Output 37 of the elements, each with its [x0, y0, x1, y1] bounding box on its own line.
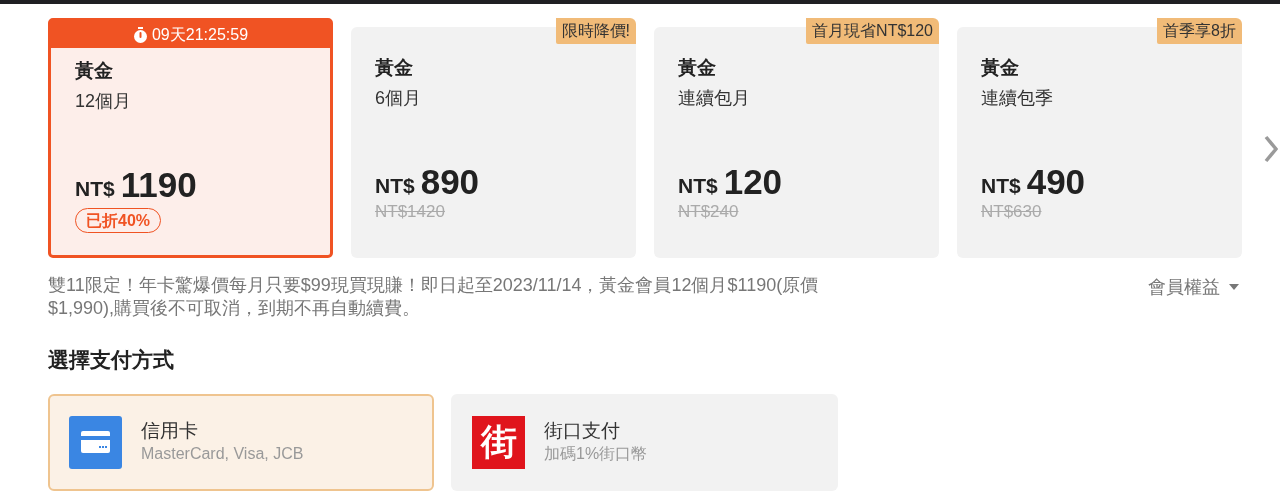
tier-label: 黃金 — [981, 56, 1019, 80]
credit-card-icon — [69, 415, 122, 469]
original-price: NT$240 — [678, 201, 740, 223]
stopwatch-icon — [132, 26, 148, 43]
payment-detail: 加碼1%街口幣 — [544, 444, 648, 464]
plan-card[interactable]: 09天21:25:59 黃金 12個月 NT$ 1190 已折40% — [48, 18, 333, 258]
currency-label: NT$ — [678, 173, 718, 199]
plan-price: 1190 — [120, 166, 197, 204]
plan-price: 120 — [723, 163, 783, 201]
promo-tag: 限時降價! — [555, 18, 636, 44]
plan-term: 12個月 — [75, 90, 133, 113]
payment-name: 街口支付 — [544, 419, 621, 443]
payment-option[interactable]: 信用卡 MasterCard, Visa, JCB — [48, 393, 434, 491]
payment-option[interactable]: 街 街口支付 加碼1%街口幣 — [451, 393, 838, 491]
dropdown-caret-icon — [1228, 283, 1240, 291]
tier-label: 黃金 — [375, 56, 413, 80]
plan-term: 6個月 — [375, 87, 422, 110]
payment-detail: MasterCard, Visa, JCB — [141, 444, 304, 464]
countdown-timer: 09天21:25:59 — [151, 24, 249, 45]
benefits-dropdown[interactable]: 會員權益 — [1148, 274, 1240, 298]
promo-tag: 首季享8折 — [1157, 18, 1242, 44]
original-price: NT$630 — [981, 201, 1043, 223]
plan-price: 490 — [1026, 163, 1086, 201]
promo-tag: 首月現省NT$120 — [806, 18, 939, 44]
tier-label: 黃金 — [678, 56, 716, 80]
currency-label: NT$ — [375, 173, 415, 199]
plan-price: 890 — [420, 163, 480, 201]
tier-label: 黃金 — [75, 59, 113, 83]
payment-logo: 街 — [472, 415, 525, 469]
currency-label: NT$ — [75, 176, 115, 202]
promo-text: 雙11限定！年卡驚爆價每月只要$99現買現賺！即日起至2023/11/14，黃金會員12個月$1190(原價 $1,990),購買後不可取消，到期不再自動續費。 — [48, 274, 819, 320]
section-title: 選擇支付方式 — [47, 347, 175, 373]
plan-term: 連續包季 — [981, 87, 1054, 110]
payment-name: 信用卡 — [141, 419, 199, 443]
original-price: NT$1420 — [375, 201, 446, 223]
plan-term: 連續包月 — [678, 87, 751, 110]
currency-label: NT$ — [981, 173, 1021, 199]
